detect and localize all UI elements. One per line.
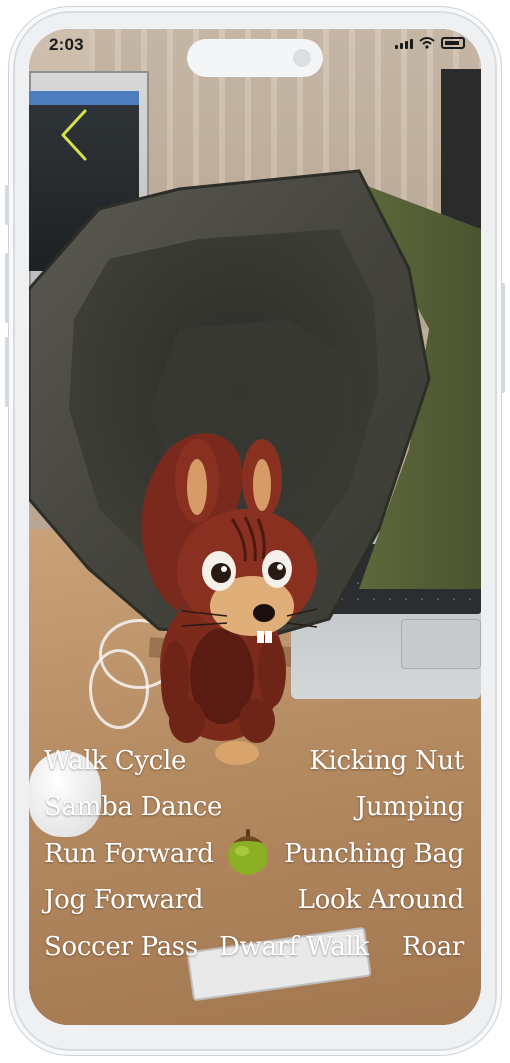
cellular-signal-icon [395,39,413,49]
wifi-icon [419,37,435,49]
app-screen: 2:03 Walk Cycle Samba Dance Run Forward … [29,29,481,1025]
acorn-icon[interactable] [225,827,271,877]
dynamic-island [187,39,323,77]
animation-walk-cycle[interactable]: Walk Cycle [44,748,186,774]
volume-down-button [5,337,9,407]
animation-kicking-nut[interactable]: Kicking Nut [309,748,464,774]
animation-dwarf-walk[interactable]: Dwarf Walk [219,934,369,960]
animation-jog-forward[interactable]: Jog Forward [44,887,204,913]
power-button [501,283,505,393]
mute-switch [5,185,9,225]
volume-up-button [5,253,9,323]
status-bar-icons [395,37,465,49]
animation-jumping[interactable]: Jumping [356,794,464,820]
chevron-left-icon [61,109,87,161]
animation-roar[interactable]: Roar [402,934,464,960]
animation-look-around[interactable]: Look Around [298,887,465,913]
animation-samba-dance[interactable]: Samba Dance [44,794,222,820]
animation-soccer-pass[interactable]: Soccer Pass [44,934,198,960]
front-camera-icon [293,49,311,67]
battery-icon [441,37,465,49]
status-bar-time: 2:03 [49,35,84,54]
back-button[interactable] [55,105,95,165]
animation-run-forward[interactable]: Run Forward [44,841,214,867]
animation-punching-bag[interactable]: Punching Bag [284,841,464,867]
squirrel-character [141,433,317,765]
